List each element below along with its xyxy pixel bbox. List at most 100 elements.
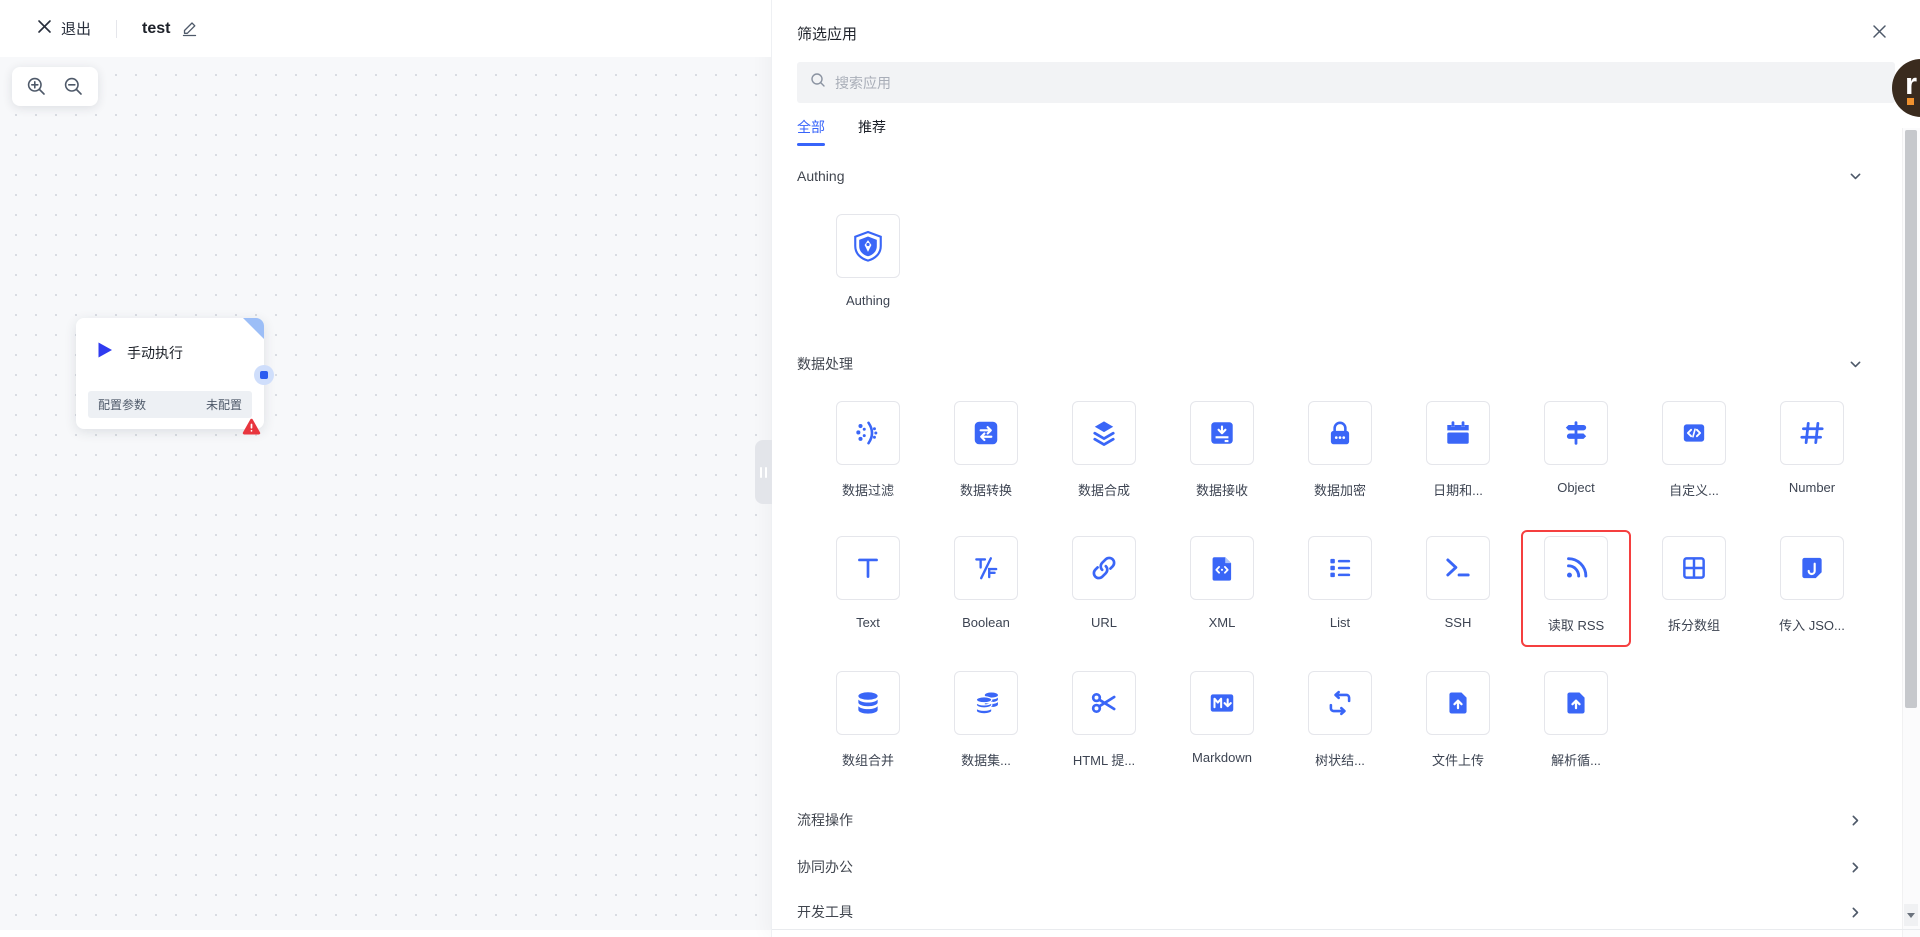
app-label: SSH <box>1445 615 1472 630</box>
app-item[interactable]: Authing <box>809 214 927 312</box>
scrollbar-down-button[interactable] <box>1904 904 1918 926</box>
file-upload-icon <box>1443 688 1473 718</box>
boolean-icon <box>971 553 1001 583</box>
section-title: 流程操作 <box>797 810 853 830</box>
app-tile <box>1662 401 1726 465</box>
exit-button[interactable]: 退出 <box>37 18 91 39</box>
workflow-canvas[interactable]: 手动执行 配置参数 未配置 <box>0 57 771 930</box>
node-title: 手动执行 <box>127 343 183 363</box>
app-item[interactable]: 数据加密 <box>1281 401 1399 499</box>
app-tile <box>1308 671 1372 735</box>
node-output-port[interactable] <box>254 365 274 385</box>
app-tile <box>1426 536 1490 600</box>
app-tile <box>1780 536 1844 600</box>
loop-arrows-icon <box>1325 688 1355 718</box>
app-item[interactable]: URL <box>1045 536 1163 634</box>
app-tile <box>1426 401 1490 465</box>
node-manual-trigger[interactable]: 手动执行 配置参数 未配置 <box>76 318 264 429</box>
app-label: 拆分数组 <box>1668 615 1720 634</box>
app-item[interactable]: Text <box>809 536 927 634</box>
app-label: Number <box>1789 480 1835 495</box>
app-item[interactable]: 拆分数组 <box>1635 536 1753 634</box>
app-tile <box>1072 671 1136 735</box>
layers-icon <box>1089 418 1119 448</box>
section-title: Authing <box>797 168 844 184</box>
app-label: HTML 提... <box>1073 750 1135 769</box>
search-input[interactable] <box>835 75 1882 91</box>
zoom-controls <box>12 67 98 106</box>
app-label: 传入 JSO... <box>1779 615 1845 634</box>
calendar-icon <box>1443 418 1473 448</box>
app-item[interactable]: Markdown <box>1163 671 1281 769</box>
app-label: 解析循... <box>1551 750 1601 769</box>
scrollbar-thumb[interactable] <box>1905 130 1917 708</box>
section-header-1[interactable]: 数据处理 <box>797 354 1900 374</box>
app-item[interactable]: 树状结... <box>1281 671 1399 769</box>
app-item[interactable]: Boolean <box>927 536 1045 634</box>
app-item[interactable]: HTML 提... <box>1045 671 1163 769</box>
chevron-down-icon <box>1849 358 1862 371</box>
section-header-3[interactable]: 协同办公 <box>797 857 1900 877</box>
panel-title: 筛选应用 <box>797 23 857 44</box>
app-item[interactable]: List <box>1281 536 1399 634</box>
app-item[interactable]: 传入 JSO... <box>1753 536 1871 634</box>
inbox-receive-icon <box>1207 418 1237 448</box>
app-tile <box>836 214 900 278</box>
chevron-down-icon <box>1849 170 1862 183</box>
signpost-icon <box>1561 418 1591 448</box>
app-item[interactable]: 文件上传 <box>1399 671 1517 769</box>
section-header-4[interactable]: 开发工具 <box>797 902 1900 918</box>
panel-close-button[interactable] <box>1868 20 1890 42</box>
app-grid: Authing <box>809 214 1900 312</box>
app-tile <box>1544 671 1608 735</box>
text-icon <box>853 553 883 583</box>
app-item[interactable]: 读取 RSS <box>1517 536 1635 634</box>
app-item[interactable]: SSH <box>1399 536 1517 634</box>
app-item[interactable]: XML <box>1163 536 1281 634</box>
app-label: 日期和... <box>1433 480 1483 499</box>
app-item[interactable]: Number <box>1753 401 1871 499</box>
app-label: 数据集... <box>961 750 1011 769</box>
json-icon <box>1797 553 1827 583</box>
zoom-out-icon[interactable] <box>63 76 84 97</box>
file-parse-icon <box>1561 688 1591 718</box>
divider <box>116 20 117 38</box>
app-item[interactable]: 数据转换 <box>927 401 1045 499</box>
app-item[interactable]: 数据接收 <box>1163 401 1281 499</box>
section-title: 协同办公 <box>797 857 853 877</box>
scrollbar-track[interactable] <box>1902 128 1920 937</box>
app-label: Markdown <box>1192 750 1252 765</box>
section-header-0[interactable]: Authing <box>797 166 1900 186</box>
app-item[interactable]: 日期和... <box>1399 401 1517 499</box>
warning-icon <box>242 418 261 435</box>
app-tile <box>1308 401 1372 465</box>
panel-bottom-divider <box>772 929 1920 930</box>
app-label: XML <box>1209 615 1236 630</box>
lock-icon <box>1325 418 1355 448</box>
app-item[interactable]: 数据集... <box>927 671 1045 769</box>
authing-shield-icon <box>851 229 885 263</box>
node-header: 手动执行 <box>76 318 264 364</box>
app-label: URL <box>1091 615 1117 630</box>
app-tile <box>1544 536 1608 600</box>
app-item[interactable]: 数据过滤 <box>809 401 927 499</box>
app-item[interactable]: 数据合成 <box>1045 401 1163 499</box>
edit-pencil-icon[interactable] <box>181 20 198 37</box>
markdown-icon <box>1207 688 1237 718</box>
section-header-2[interactable]: 流程操作 <box>797 810 1900 830</box>
app-label: 读取 RSS <box>1548 615 1604 634</box>
app-tile <box>954 671 1018 735</box>
zoom-in-icon[interactable] <box>26 76 47 97</box>
terminal-icon <box>1443 553 1473 583</box>
panel-collapse-handle[interactable] <box>755 440 772 504</box>
app-sections: Authing Authing 数据处理数据过滤数据转换数据合成数据接收数据加密日期… <box>797 142 1900 918</box>
app-tile <box>836 671 900 735</box>
database-multi-icon <box>971 688 1001 718</box>
search-box <box>797 62 1895 103</box>
app-item[interactable]: 解析循... <box>1517 671 1635 769</box>
app-item[interactable]: 数组合并 <box>809 671 927 769</box>
app-item[interactable]: 自定义... <box>1635 401 1753 499</box>
app-item[interactable]: Object <box>1517 401 1635 499</box>
app-label: 树状结... <box>1315 750 1365 769</box>
app-tile <box>1072 401 1136 465</box>
